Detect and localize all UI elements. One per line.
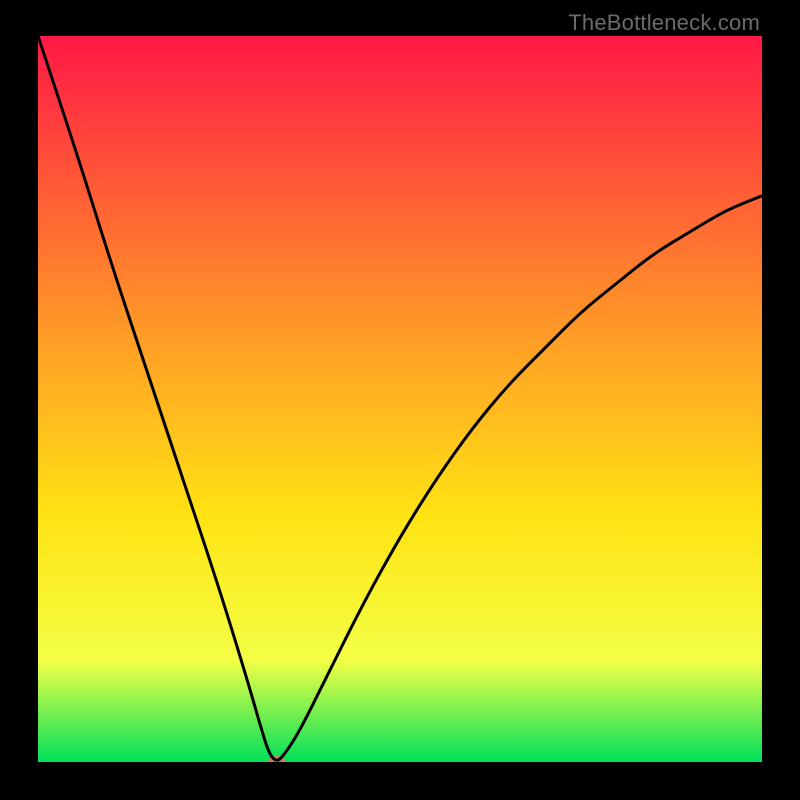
- plot-area: [38, 36, 762, 762]
- chart-frame: TheBottleneck.com: [0, 0, 800, 800]
- watermark-text: TheBottleneck.com: [568, 10, 760, 36]
- gradient-background: [38, 36, 762, 762]
- chart-svg: [38, 36, 762, 762]
